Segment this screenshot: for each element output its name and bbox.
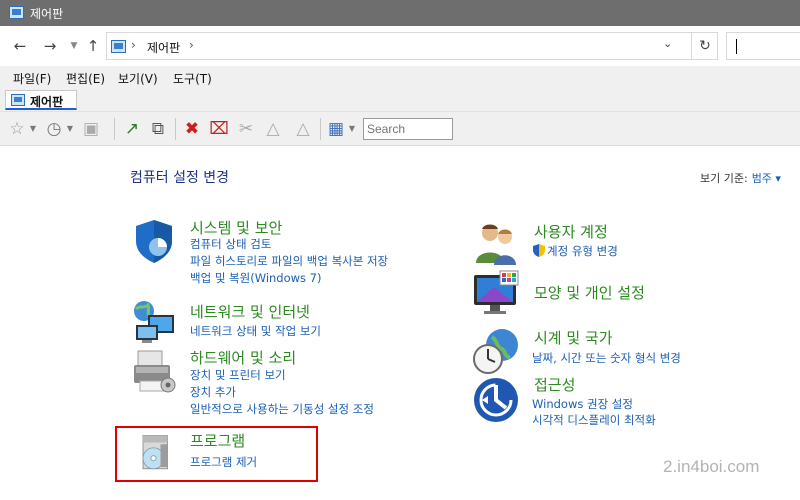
uac-shield-icon [533,244,545,257]
menu-bar: 파일(F) 편집(E) 보기(V) 도구(T) [0,66,800,88]
link-backup-restore[interactable]: 백업 및 복원(Windows 7) [190,270,322,286]
link-add-device[interactable]: 장치 추가 [190,384,236,400]
delete-icon[interactable]: ✖ [180,118,204,140]
menu-edit[interactable]: 편집(E) [66,70,105,87]
link-change-account-type[interactable]: 계정 유형 변경 [547,243,618,259]
breadcrumb-separator-icon[interactable]: › [131,38,136,52]
view-by-label: 보기 기준: [700,172,748,185]
category-accessibility: 접근성 Windows 권장 설정 시각적 디스플레이 최적화 [472,376,772,428]
link-optimize-display[interactable]: 시각적 디스플레이 최적화 [532,412,656,428]
link-file-history[interactable]: 파일 히스토리로 파일의 백업 복사본 저장 [190,253,388,269]
clock-globe-icon[interactable] [472,327,520,375]
network-icon[interactable] [130,299,178,347]
views-icon[interactable]: ▦ [325,118,347,140]
move-to-icon[interactable]: ↗ [121,118,143,140]
link-recommended-settings[interactable]: Windows 권장 설정 [532,396,633,412]
control-panel-icon [9,6,24,19]
redo-icon[interactable]: △ [292,118,314,140]
refresh-icon[interactable]: ↻ [691,33,718,59]
accessibility-icon[interactable] [472,376,520,424]
chevron-down-icon[interactable]: ▼ [65,118,75,140]
text-caret [736,39,737,54]
undo-icon[interactable]: △ [262,118,284,140]
category-user-accounts: 사용자 계정 계정 유형 변경 [472,219,772,265]
tab-label: 제어판 [30,95,64,109]
title-bar: 제어판 [0,0,800,26]
control-panel-icon [11,94,25,106]
programs-highlight-box [115,426,318,482]
link-date-time-format[interactable]: 날짜, 시간 또는 숫자 형식 변경 [532,350,681,366]
forward-arrow-icon[interactable]: → [40,36,60,56]
chevron-down-icon[interactable]: ▼ [347,118,357,140]
view-by-dropdown[interactable]: 범주 ▾ [752,172,781,185]
category-appearance: 모양 및 개인 설정 [472,269,772,317]
cut-icon[interactable]: ✂ [235,118,257,140]
address-row: ← → ▼ ↑ › 제어판 › ⌄ ↻ [0,26,800,66]
toolbar-divider [175,118,176,140]
link-mobility-settings[interactable]: 일반적으로 사용하는 기동성 설정 조정 [190,401,374,417]
delete-window-icon[interactable]: ⌧ [207,118,231,140]
page-title: 컴퓨터 설정 변경 [130,170,230,186]
window-title: 제어판 [30,7,64,21]
link-review-status[interactable]: 컴퓨터 상태 검토 [190,236,271,252]
category-system-security: 시스템 및 보안 컴퓨터 상태 검토 파일 히스토리로 파일의 백업 복사본 저… [130,217,430,289]
copy-to-icon[interactable]: ⧉ [147,118,169,140]
history-clock-icon[interactable]: ◷ [43,118,65,140]
watermark-text: 2.in4boi.com [663,457,760,476]
back-arrow-icon[interactable]: ← [10,36,30,56]
menu-view[interactable]: 보기(V) [118,70,158,87]
category-title[interactable]: 하드웨어 및 소리 [190,347,296,368]
category-title[interactable]: 접근성 [534,374,575,395]
search-input[interactable] [726,32,800,60]
menu-file[interactable]: 파일(F) [13,70,51,87]
tab-control-panel[interactable]: 제어판 [5,90,77,110]
category-network-internet: 네트워크 및 인터넷 네트워크 상태 및 작업 보기 [130,299,430,343]
main-content: 컴퓨터 설정 변경 보기 기준: 범주 ▾ 시스템 및 보안 컴퓨터 상태 검토 … [0,147,800,500]
shield-icon[interactable] [130,217,178,265]
recent-chevron-icon[interactable]: ▼ [64,36,84,56]
toolbar: ☆ ▼ ◷ ▼ ▣ ↗ ⧉ ✖ ⌧ ✂ △ △ ▦ ▼ [0,112,800,146]
category-title[interactable]: 모양 및 개인 설정 [534,282,645,303]
toolbar-search-field[interactable] [363,118,453,140]
category-title[interactable]: 네트워크 및 인터넷 [190,301,310,322]
toolbar-search-input[interactable] [364,119,452,139]
link-devices-printers[interactable]: 장치 및 프린터 보기 [190,367,286,383]
menu-tools[interactable]: 도구(T) [173,70,212,87]
chevron-down-icon[interactable]: ▼ [28,118,38,140]
up-arrow-icon[interactable]: ↑ [83,36,103,56]
control-panel-icon [111,40,126,53]
breadcrumb-control-panel[interactable]: 제어판 [147,39,180,56]
view-by: 보기 기준: 범주 ▾ [700,170,781,186]
toolbar-divider [114,118,115,140]
favorites-star-icon[interactable]: ☆ [6,118,28,140]
address-bar[interactable]: › 제어판 › ⌄ ↻ [106,32,718,60]
display-icon[interactable] [472,269,520,317]
users-icon[interactable] [472,219,520,267]
printer-icon[interactable] [130,347,178,395]
link-network-status[interactable]: 네트워크 상태 및 작업 보기 [190,323,321,339]
category-title[interactable]: 시스템 및 보안 [190,217,282,238]
category-title[interactable]: 사용자 계정 [534,221,608,242]
organize-icon[interactable]: ▣ [79,118,103,140]
breadcrumb-separator-icon[interactable]: › [189,38,194,52]
toolbar-divider [320,118,321,140]
category-hardware-sound: 하드웨어 및 소리 장치 및 프린터 보기 장치 추가 일반적으로 사용하는 기… [130,347,430,419]
tab-row: 제어판 [0,88,800,112]
category-clock-region: 시계 및 국가 날짜, 시간 또는 숫자 형식 변경 [472,327,792,375]
chevron-down-icon[interactable]: ⌄ [663,37,672,50]
category-title[interactable]: 시계 및 국가 [534,327,613,348]
